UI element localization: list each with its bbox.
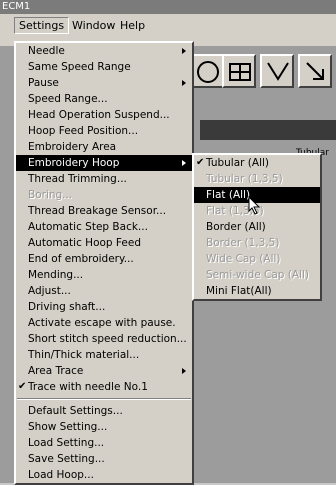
menu-item-label: Adjust... — [28, 285, 71, 297]
menu-item-area-trace[interactable]: Area Trace — [16, 363, 192, 379]
menu-item-show-setting[interactable]: Show Setting... — [16, 419, 192, 435]
window-title: ECM1 — [0, 0, 336, 14]
menu-item-wide-cap-all: Wide Cap (All) — [194, 251, 320, 267]
submenu-arrow-icon — [182, 48, 186, 54]
menu-help[interactable]: Help — [116, 18, 149, 33]
menu-item-pause[interactable]: Pause — [16, 75, 192, 91]
grid-tool-button[interactable] — [222, 54, 256, 88]
menu-item-label: Embroidery Area — [28, 141, 117, 153]
menu-item-border-1-3-5: Border (1,3,5) — [194, 235, 320, 251]
menu-item-thin-thick-material[interactable]: Thin/Thick material... — [16, 347, 192, 363]
menu-item-label: Wide Cap (All) — [206, 253, 281, 265]
menu-item-label: Driving shaft... — [28, 301, 106, 313]
menu-item-label: Head Operation Suspend... — [28, 109, 170, 121]
menu-item-label: Short stitch speed reduction... — [28, 333, 187, 345]
menu-item-label: Mini Flat(All) — [206, 285, 272, 297]
menu-item-tubular-all[interactable]: ✔ Tubular (All) — [194, 155, 320, 171]
menu-item-thread-trimming[interactable]: Thread Trimming... — [16, 171, 192, 187]
menu-item-label: Tubular (All) — [206, 157, 270, 169]
menu-item-automatic-step-back[interactable]: Automatic Step Back... — [16, 219, 192, 235]
menu-item-adjust[interactable]: Adjust... — [16, 283, 192, 299]
menu-item-label: Show Setting... — [28, 421, 108, 433]
menu-item-embroidery-hoop[interactable]: Embroidery Hoop — [16, 155, 192, 171]
menu-item-label: Thin/Thick material... — [28, 349, 140, 361]
menu-item-label: Area Trace — [28, 365, 84, 377]
menu-item-label: Border (1,3,5) — [206, 237, 280, 249]
menu-item-load-hoop[interactable]: Load Hoop... — [16, 467, 192, 483]
submenu-arrow-icon — [182, 80, 186, 86]
menu-item-label: Mending... — [28, 269, 84, 281]
submenu-arrow-icon — [182, 368, 186, 374]
menu-item-label: Semi-wide Cap (All) — [206, 269, 310, 281]
menu-item-default-settings[interactable]: Default Settings... — [16, 403, 192, 419]
menu-item-tubular-1-3-5: Tubular (1,3,5) — [194, 171, 320, 187]
menu-item-speed-range[interactable]: Speed Range... — [16, 91, 192, 107]
menu-item-thread-breakage-sensor[interactable]: Thread Breakage Sensor... — [16, 203, 192, 219]
menu-item-label: Speed Range... — [28, 93, 108, 105]
menu-item-label: Pause — [28, 77, 59, 89]
grid-icon — [229, 63, 251, 81]
corner-tool-button[interactable] — [298, 54, 332, 88]
background-strip — [200, 120, 336, 140]
menu-settings[interactable]: Settings — [14, 17, 70, 34]
menu-item-label: Thread Breakage Sensor... — [28, 205, 167, 217]
menu-item-head-operation-suspend[interactable]: Head Operation Suspend... — [16, 107, 192, 123]
menu-item-label: Hoop Feed Position... — [28, 125, 139, 137]
route-icon — [267, 62, 289, 81]
menu-item-mending[interactable]: Mending... — [16, 267, 192, 283]
menu-separator — [17, 398, 191, 400]
check-icon: ✔ — [196, 157, 205, 168]
menu-item-label: Needle — [28, 45, 65, 57]
menu-item-label: Tubular (1,3,5) — [206, 173, 283, 185]
menu-item-activate-escape-with-pause[interactable]: Activate escape with pause. — [16, 315, 192, 331]
stop-tool-button[interactable] — [190, 54, 224, 88]
menu-item-needle[interactable]: Needle — [16, 43, 192, 59]
mouse-cursor-icon — [248, 196, 261, 215]
menu-item-label: Load Setting... — [28, 437, 105, 449]
menu-item-end-of-embroidery[interactable]: End of embroidery... — [16, 251, 192, 267]
menu-item-driving-shaft[interactable]: Driving shaft... — [16, 299, 192, 315]
menu-item-embroidery-area[interactable]: Embroidery Area — [16, 139, 192, 155]
menu-item-label: Same Speed Range — [28, 61, 131, 73]
settings-menu: Needle Same Speed Range Pause Speed Range..… — [14, 41, 194, 485]
menu-item-short-stitch-speed-reduction[interactable]: Short stitch speed reduction... — [16, 331, 192, 347]
menu-item-automatic-hoop-feed[interactable]: Automatic Hoop Feed — [16, 235, 192, 251]
menu-item-label: End of embroidery... — [28, 253, 134, 265]
menu-item-mini-flat-all[interactable]: Mini Flat(All) — [194, 283, 320, 299]
menu-item-border-all[interactable]: Border (All) — [194, 219, 320, 235]
menu-item-label: Flat (All) — [206, 189, 251, 201]
menu-item-same-speed-range[interactable]: Same Speed Range — [16, 59, 192, 75]
menu-item-label: Thread Trimming... — [28, 173, 127, 185]
menu-item-label: Border (All) — [206, 221, 266, 233]
menu-item-hoop-feed-position[interactable]: Hoop Feed Position... — [16, 123, 192, 139]
stop-icon — [197, 61, 219, 83]
menu-item-save-setting[interactable]: Save Setting... — [16, 451, 192, 467]
submenu-arrow-icon — [182, 160, 186, 166]
menu-item-trace-with-needle-no-1[interactable]: ✔ Trace with needle No.1 — [16, 379, 192, 395]
menu-item-label: Automatic Step Back... — [28, 221, 148, 233]
menu-item-label: Boring... — [28, 189, 73, 201]
menu-window[interactable]: Window — [68, 18, 119, 33]
corner-arrow-icon — [306, 62, 324, 80]
menu-item-boring: Boring... — [16, 187, 192, 203]
route-tool-button[interactable] — [260, 54, 294, 88]
menu-item-label: Trace with needle No.1 — [28, 381, 148, 393]
menu-item-label: Embroidery Hoop — [28, 157, 120, 169]
menu-item-load-setting[interactable]: Load Setting... — [16, 435, 192, 451]
menu-item-semi-wide-cap-all: Semi-wide Cap (All) — [194, 267, 320, 283]
embroidery-hoop-submenu: ✔ Tubular (All) Tubular (1,3,5) Flat (All) F… — [192, 153, 322, 301]
check-icon: ✔ — [18, 381, 27, 392]
menu-item-label: Activate escape with pause. — [28, 317, 176, 329]
menu-item-label: Save Setting... — [28, 453, 105, 465]
menu-item-label: Load Hoop... — [28, 469, 94, 481]
menu-item-label: Automatic Hoop Feed — [28, 237, 141, 249]
menu-item-label: Default Settings... — [28, 405, 123, 417]
